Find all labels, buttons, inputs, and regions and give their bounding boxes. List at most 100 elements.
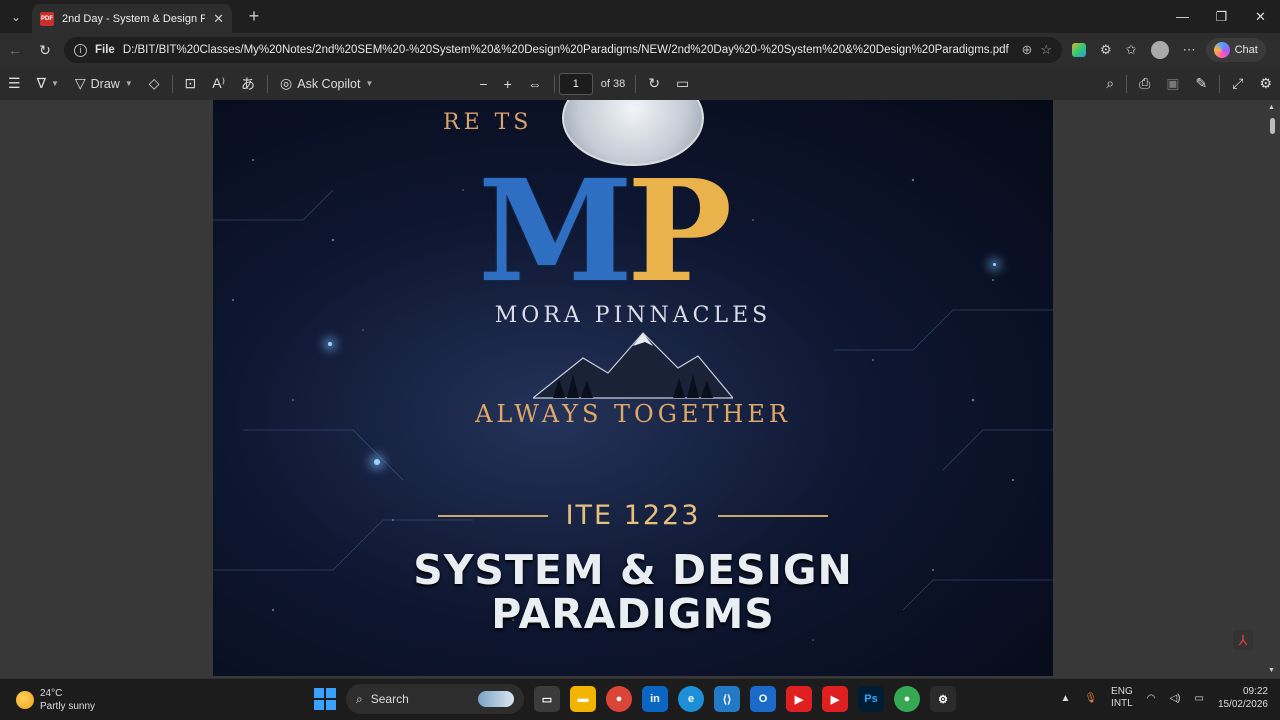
extensions-puzzle-icon[interactable]: ⚙ [1100, 42, 1112, 58]
language-indicator[interactable]: ENG INTL [1111, 686, 1133, 710]
close-window-icon[interactable]: ✕ [1241, 0, 1280, 33]
page-view-button[interactable]: ▭ [668, 75, 697, 92]
search-icon: ⌕ [1106, 75, 1115, 91]
pdf-icon: PDF [40, 11, 54, 26]
linkedin-icon[interactable]: in [642, 686, 668, 712]
save-icon: ▣ [1166, 75, 1180, 91]
copilot-icon [1213, 42, 1230, 58]
pdf-toolbar: ☰ ∇ ▼ ▽ Draw ▼ ◇ ⊡ A⁾ あ ◎ Ask Copilot ▼ − + ⇔… [0, 67, 1280, 100]
favorite-star-icon[interactable]: ☆ [1040, 42, 1052, 58]
close-tab-icon[interactable]: ✕ [213, 11, 224, 27]
keyboard-layout: INTL [1111, 698, 1133, 709]
extensions-area: ⚙ ✩ ⋯ [1072, 41, 1196, 59]
tab-active-pdf[interactable]: PDF 2nd Day - System & Design Parad ✕ [32, 4, 232, 33]
toolbar-divider [635, 74, 637, 93]
arc-text-top: RE TS [443, 110, 533, 135]
read-aloud-button[interactable]: A⁾ [204, 75, 233, 92]
minimize-icon[interactable]: — [1163, 0, 1202, 33]
chat-label: Chat [1234, 44, 1258, 56]
task-view-icon[interactable]: ▭ [534, 686, 560, 712]
tab-actions-menu-icon[interactable]: ⌄ [0, 0, 32, 33]
scroll-down-icon[interactable]: ▼ [1268, 667, 1275, 674]
draw-label: Draw [90, 76, 120, 91]
wifi-icon[interactable]: ◠ [1147, 693, 1156, 704]
youtube-icon[interactable]: ▶ [786, 686, 812, 712]
more-menu-icon[interactable]: ⋯ [1183, 42, 1196, 58]
zoom-icon[interactable]: ⊕ [1021, 42, 1032, 58]
copilot-outline-icon: ◎ [280, 75, 293, 91]
back-icon[interactable]: ← [0, 42, 30, 58]
course-title-line-1: SYSTEM & DESIGN [413, 546, 853, 594]
scroll-up-icon[interactable]: ▲ [1268, 104, 1275, 111]
zoom-in-button[interactable]: + [496, 76, 520, 92]
copilot-chat-button[interactable]: Chat [1205, 38, 1266, 62]
new-tab-button[interactable]: + [240, 6, 268, 27]
start-button[interactable] [314, 688, 336, 710]
chrome-profile-icon[interactable]: ● [894, 686, 920, 712]
site-info-icon[interactable]: i [74, 43, 87, 57]
outlook-icon[interactable]: O [750, 686, 776, 712]
translate-icon: あ [241, 75, 256, 92]
taskbar-apps: ⌕ Search ▭ ▬ ● in e ⟨⟩ O ▶ ▶ Ps ● ⚙ [314, 684, 956, 714]
vertical-scrollbar[interactable]: ▲ ▼ [1268, 104, 1276, 674]
profile-avatar[interactable] [1150, 41, 1169, 59]
plus-icon: + [503, 75, 512, 92]
ask-copilot-label: Ask Copilot [297, 76, 361, 91]
restore-icon[interactable]: ❐ [1202, 0, 1241, 33]
add-text-button[interactable]: ⊡ [177, 75, 205, 92]
expand-icon: ⤢ [1232, 75, 1244, 91]
acrobat-icon[interactable]: ⅄ [1233, 630, 1253, 650]
favorites-icon[interactable]: ✩ [1126, 42, 1137, 58]
fullscreen-button[interactable]: ⤢ [1224, 75, 1251, 92]
eraser-icon: ◇ [148, 75, 160, 91]
search-label: Search [370, 692, 409, 706]
highlight-button[interactable]: ∇ ▼ [29, 75, 67, 92]
erase-button[interactable]: ◇ [141, 75, 168, 92]
toolbar-divider [1126, 74, 1128, 93]
file-explorer-icon[interactable]: ▬ [570, 686, 596, 712]
photoshop-icon[interactable]: Ps [858, 686, 884, 712]
battery-icon[interactable]: ▭ [1194, 693, 1203, 704]
toolbar-divider [553, 74, 555, 93]
weather-condition: Partly sunny [40, 701, 96, 712]
partly-sunny-icon [16, 691, 34, 709]
zoom-out-button[interactable]: − [471, 76, 495, 92]
save-button[interactable]: ▣ [1158, 75, 1187, 92]
edge-icon[interactable]: e [678, 686, 704, 712]
draw-button[interactable]: ▽ Draw ▼ [67, 75, 141, 92]
pdf-page: RE TS MP MORA PINNACLES ALWAYS TOGETHER … [213, 100, 1053, 676]
mp-logo: MP [478, 162, 732, 302]
minus-icon: − [479, 75, 488, 92]
ask-copilot-button[interactable]: ◎ Ask Copilot ▼ [272, 75, 381, 92]
print-icon: ⎙ [1139, 75, 1151, 91]
settings-app-icon[interactable]: ⚙ [930, 686, 956, 712]
scroll-thumb[interactable] [1270, 118, 1275, 134]
contents-button[interactable]: ☰ [0, 75, 29, 92]
volume-icon[interactable]: ◁) [1169, 693, 1180, 704]
extension-icon[interactable] [1072, 43, 1086, 57]
settings-button[interactable]: ⚙ [1251, 75, 1280, 92]
vscode-icon[interactable]: ⟨⟩ [714, 686, 740, 712]
language-code: ENG [1111, 686, 1133, 697]
refresh-icon[interactable]: ↻ [30, 42, 60, 59]
brand-name: MORA PINNACLES [494, 303, 772, 328]
show-hidden-icons-icon[interactable]: ▲ [1060, 693, 1070, 704]
text-box-icon: ⊡ [184, 75, 197, 91]
rotate-button[interactable]: ↻ [640, 75, 668, 92]
chrome-icon[interactable]: ● [606, 686, 632, 712]
youtube-app-icon[interactable]: ▶ [822, 686, 848, 712]
list-icon: ☰ [8, 75, 21, 91]
print-button[interactable]: ⎙ [1131, 75, 1158, 92]
url-field[interactable]: i File D:/BIT/BIT%20Classes/My%20Notes/2… [64, 37, 1062, 63]
save-as-button[interactable]: ✎ [1188, 75, 1216, 92]
microphone-icon[interactable]: 🎙 [1084, 693, 1097, 704]
clock[interactable]: 09:22 15/02/2026 [1218, 685, 1268, 711]
fit-page-button[interactable]: ⇔ [520, 76, 550, 92]
weather-widget[interactable]: 24°C Partly sunny [16, 687, 95, 713]
page-number-input[interactable] [558, 72, 593, 95]
course-code-row: ITE 1223 [213, 500, 1053, 531]
translate-button[interactable]: あ [233, 74, 263, 94]
find-button[interactable]: ⌕ [1098, 75, 1122, 92]
url-text[interactable]: D:/BIT/BIT%20Classes/My%20Notes/2nd%20SE… [123, 44, 1014, 56]
taskbar-search[interactable]: ⌕ Search [346, 684, 524, 714]
